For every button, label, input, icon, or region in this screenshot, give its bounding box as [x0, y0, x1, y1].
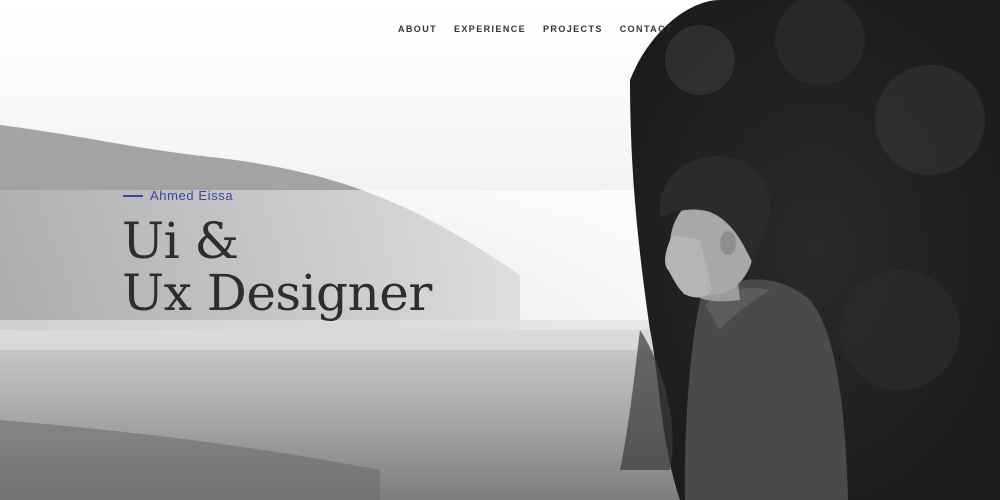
- headline-line-2: Ux Designer: [122, 264, 432, 322]
- hero-section: ABOUT EXPERIENCE PROJECTS CONTACT Ahmed …: [0, 0, 1000, 500]
- nav-link-about[interactable]: ABOUT: [398, 24, 437, 34]
- hero-eyebrow: Ahmed Eissa: [123, 188, 233, 203]
- nav-link-contact[interactable]: CONTACT: [620, 24, 673, 34]
- nav-link-experience[interactable]: EXPERIENCE: [454, 24, 526, 34]
- accent-line: [123, 194, 143, 197]
- headline-line-1: Ui &: [122, 212, 239, 270]
- hero-headline: Ui & Ux Designer: [122, 215, 432, 319]
- top-nav: ABOUT EXPERIENCE PROJECTS CONTACT: [398, 24, 690, 34]
- designer-name: Ahmed Eissa: [150, 188, 234, 203]
- nav-link-projects[interactable]: PROJECTS: [543, 24, 603, 34]
